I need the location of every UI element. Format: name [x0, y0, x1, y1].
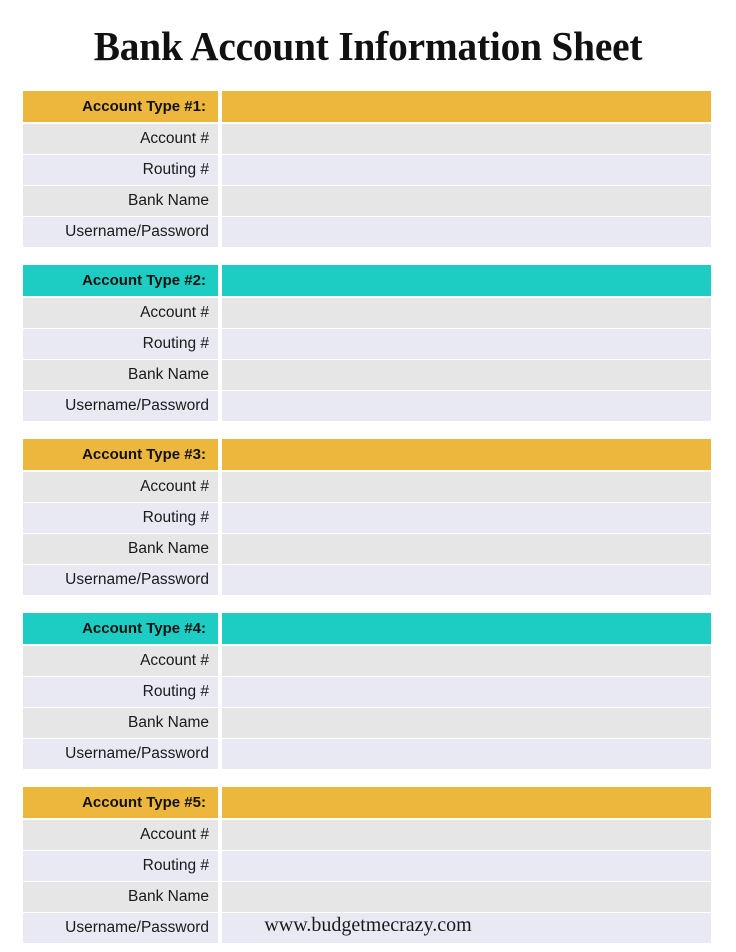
account-type-input[interactable] [222, 439, 711, 470]
field-label: Account # [23, 820, 218, 850]
field-row: Account # [23, 646, 711, 676]
field-label: Account # [23, 124, 218, 154]
account-block: Account Type #4: Account # Routing # Bank N… [23, 613, 711, 769]
account-type-input[interactable] [222, 787, 711, 818]
field-input[interactable] [222, 882, 711, 912]
footer-website-url: www.budgetmecrazy.com [264, 914, 472, 936]
field-label: Bank Name [23, 882, 218, 912]
account-type-header-row: Account Type #2: [23, 265, 711, 296]
field-input[interactable] [222, 565, 711, 595]
field-input[interactable] [222, 298, 711, 328]
account-type-label: Account Type #4: [23, 613, 218, 644]
field-input[interactable] [222, 820, 711, 850]
field-row: Bank Name [23, 708, 711, 738]
account-block: Account Type #2: Account # Routing # Bank N… [23, 265, 711, 421]
page-title-container: Bank Account Information Sheet [0, 22, 736, 70]
field-input[interactable] [222, 534, 711, 564]
account-type-label: Account Type #1: [23, 91, 218, 122]
field-label: Routing # [23, 677, 218, 707]
field-label: Bank Name [23, 708, 218, 738]
field-input[interactable] [222, 646, 711, 676]
field-input[interactable] [222, 329, 711, 359]
field-row: Account # [23, 820, 711, 850]
field-row: Username/Password [23, 565, 711, 595]
account-type-header-row: Account Type #5: [23, 787, 711, 818]
field-row: Routing # [23, 155, 711, 185]
field-row: Bank Name [23, 882, 711, 912]
field-input[interactable] [222, 186, 711, 216]
field-row: Routing # [23, 329, 711, 359]
field-label: Account # [23, 298, 218, 328]
field-label: Account # [23, 646, 218, 676]
field-label: Bank Name [23, 360, 218, 390]
field-label: Routing # [23, 155, 218, 185]
account-type-label: Account Type #3: [23, 439, 218, 470]
field-input[interactable] [222, 677, 711, 707]
field-row: Bank Name [23, 534, 711, 564]
field-row: Username/Password [23, 391, 711, 421]
account-type-input[interactable] [222, 265, 711, 296]
field-label: Username/Password [23, 217, 218, 247]
account-type-header-row: Account Type #3: [23, 439, 711, 470]
field-row: Username/Password [23, 739, 711, 769]
field-input[interactable] [222, 155, 711, 185]
field-input[interactable] [222, 503, 711, 533]
field-row: Routing # [23, 677, 711, 707]
field-row: Routing # [23, 851, 711, 881]
field-row: Bank Name [23, 186, 711, 216]
field-row: Account # [23, 298, 711, 328]
footer: www.budgetmecrazy.com [0, 912, 736, 938]
field-label: Username/Password [23, 391, 218, 421]
account-type-header-row: Account Type #1: [23, 91, 711, 122]
account-block: Account Type #3: Account # Routing # Bank N… [23, 439, 711, 595]
field-label: Routing # [23, 329, 218, 359]
field-label: Username/Password [23, 739, 218, 769]
field-input[interactable] [222, 217, 711, 247]
page-title: Bank Account Information Sheet [93, 23, 643, 69]
field-row: Account # [23, 472, 711, 502]
worksheet-page: Bank Account Information Sheet Account T… [0, 0, 736, 952]
field-label: Username/Password [23, 565, 218, 595]
field-label: Routing # [23, 851, 218, 881]
field-row: Username/Password [23, 217, 711, 247]
account-blocks-container: Account Type #1: Account # Routing # Bank N… [23, 91, 711, 943]
field-row: Account # [23, 124, 711, 154]
field-input[interactable] [222, 708, 711, 738]
account-block: Account Type #1: Account # Routing # Bank N… [23, 91, 711, 247]
field-label: Account # [23, 472, 218, 502]
field-label: Routing # [23, 503, 218, 533]
account-type-input[interactable] [222, 91, 711, 122]
field-input[interactable] [222, 851, 711, 881]
field-input[interactable] [222, 360, 711, 390]
field-input[interactable] [222, 739, 711, 769]
account-type-label: Account Type #5: [23, 787, 218, 818]
field-row: Routing # [23, 503, 711, 533]
field-row: Bank Name [23, 360, 711, 390]
field-input[interactable] [222, 391, 711, 421]
field-input[interactable] [222, 124, 711, 154]
account-type-label: Account Type #2: [23, 265, 218, 296]
account-type-header-row: Account Type #4: [23, 613, 711, 644]
field-label: Bank Name [23, 186, 218, 216]
account-type-input[interactable] [222, 613, 711, 644]
field-label: Bank Name [23, 534, 218, 564]
field-input[interactable] [222, 472, 711, 502]
